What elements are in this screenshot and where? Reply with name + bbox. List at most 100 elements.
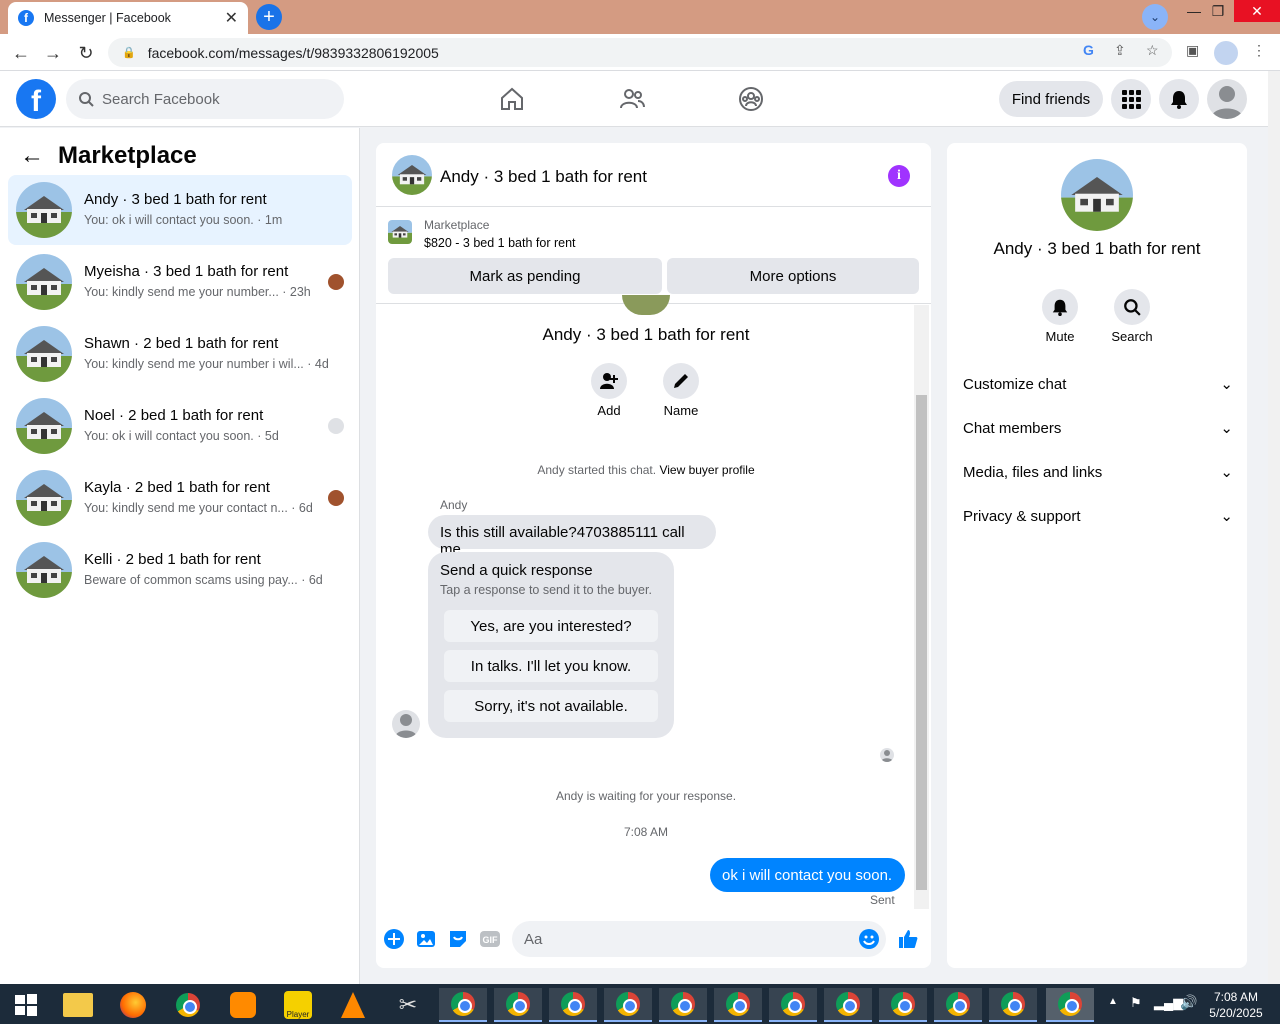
- windows-start-icon[interactable]: [2, 988, 50, 1022]
- chrome-window-8[interactable]: [824, 988, 872, 1022]
- conversation-item[interactable]: Andy · 3 bed 1 bath for rent You: ok i wi…: [8, 175, 352, 245]
- chat-members-row[interactable]: Chat members ⌄: [963, 419, 1233, 438]
- profile-icon[interactable]: [1214, 41, 1238, 65]
- conversation-item[interactable]: Noel · 2 bed 1 bath for rent You: ok i wi…: [8, 391, 352, 461]
- volume-icon[interactable]: 🔊: [1180, 994, 1197, 1011]
- google-icon[interactable]: G: [1083, 42, 1094, 58]
- conversation-item[interactable]: Kelli · 2 bed 1 bath for rent Beware of c…: [8, 535, 352, 605]
- chrome-window-9[interactable]: [879, 988, 927, 1022]
- tab-title: Messenger | Facebook: [44, 11, 171, 25]
- system-clock[interactable]: 7:08 AM 5/20/2025: [1200, 989, 1272, 1021]
- chrome-window-active[interactable]: [1046, 988, 1094, 1022]
- profile-large-avatar[interactable]: [1061, 159, 1133, 231]
- window-close-button[interactable]: ✕: [1234, 0, 1280, 22]
- find-friends-button[interactable]: Find friends: [999, 81, 1103, 117]
- marketplace-header: ← Marketplace: [20, 142, 197, 170]
- facebook-logo-icon[interactable]: f: [16, 79, 56, 119]
- forward-icon[interactable]: →: [40, 40, 66, 66]
- conversation-name: Kelli · 2 bed 1 bath for rent: [84, 551, 261, 568]
- chrome-window-1[interactable]: [439, 988, 487, 1022]
- media-files-links-row[interactable]: Media, files and links ⌄: [963, 463, 1233, 482]
- incoming-message-bubble[interactable]: Is this still available?4703885111 call …: [428, 515, 716, 558]
- side-panel-icon[interactable]: ▣: [1186, 42, 1199, 59]
- marketplace-label: Marketplace: [424, 218, 490, 232]
- conversation-preview: Beware of common scams using pay... · 6d: [84, 573, 323, 587]
- quick-reply-not-available[interactable]: Sorry, it's not available.: [444, 690, 658, 722]
- emoji-icon[interactable]: [858, 928, 880, 950]
- chrome-window-11[interactable]: [989, 988, 1037, 1022]
- chat-scrollbar[interactable]: [914, 305, 929, 909]
- tab-search-icon[interactable]: ⌄: [1142, 4, 1168, 30]
- outgoing-message-bubble[interactable]: ok i will contact you soon.: [710, 858, 905, 892]
- menu-kebab-icon[interactable]: ⋮: [1252, 42, 1266, 59]
- conversation-item[interactable]: Kayla · 2 bed 1 bath for rent You: kindly…: [8, 463, 352, 533]
- tray-flag-icon[interactable]: ⚑: [1130, 995, 1142, 1011]
- more-options-button[interactable]: More options: [667, 258, 919, 294]
- waiting-notice: Andy is waiting for your response.: [555, 789, 737, 803]
- photo-icon[interactable]: [415, 928, 437, 950]
- conversation-list-panel: ← Marketplace Andy · 3 bed 1 bath for re…: [0, 128, 360, 984]
- media-player-icon[interactable]: Player: [274, 988, 322, 1022]
- back-icon[interactable]: ←: [8, 40, 34, 66]
- restore-button[interactable]: ❐: [1200, 0, 1236, 22]
- chrome-window-6[interactable]: [714, 988, 762, 1022]
- chrome-window-10[interactable]: [934, 988, 982, 1022]
- chat-scrollbar-thumb[interactable]: [916, 395, 927, 890]
- conversation-item[interactable]: Myeisha · 3 bed 1 bath for rent You: kind…: [8, 247, 352, 317]
- quick-response-title: Send a quick response: [440, 562, 593, 579]
- privacy-support-row[interactable]: Privacy & support ⌄: [963, 507, 1233, 526]
- plus-circle-icon[interactable]: [383, 928, 405, 950]
- notifications-bell-icon[interactable]: [1159, 79, 1199, 119]
- search-facebook-input[interactable]: Search Facebook: [66, 79, 344, 119]
- groups-icon[interactable]: [737, 85, 765, 113]
- quick-reply-in-talks[interactable]: In talks. I'll let you know.: [444, 650, 658, 682]
- sticker-icon[interactable]: [447, 928, 469, 950]
- reload-icon[interactable]: ↻: [73, 40, 99, 66]
- pencil-icon[interactable]: [663, 363, 699, 399]
- tray-chevron-icon[interactable]: ▲: [1108, 996, 1118, 1007]
- listing-thumbnail[interactable]: [388, 220, 412, 244]
- snipping-tool-icon[interactable]: ✂: [384, 988, 432, 1022]
- friends-icon[interactable]: [618, 85, 646, 113]
- chrome-window-3[interactable]: [549, 988, 597, 1022]
- file-explorer-icon[interactable]: [54, 988, 102, 1022]
- chrome-taskbar-icon[interactable]: [164, 988, 212, 1022]
- listing-price-title[interactable]: $820 - 3 bed 1 bath for rent: [424, 236, 576, 250]
- customize-chat-row[interactable]: Customize chat ⌄: [963, 375, 1233, 394]
- chrome-window-7[interactable]: [769, 988, 817, 1022]
- chrome-window-5[interactable]: [659, 988, 707, 1022]
- mute-bell-icon[interactable]: [1042, 289, 1078, 325]
- chat-avatar[interactable]: [392, 155, 432, 195]
- new-tab-button[interactable]: +: [256, 4, 282, 30]
- thumbs-up-icon[interactable]: [897, 928, 919, 950]
- gif-icon[interactable]: GIF: [479, 928, 501, 950]
- chrome-window-4[interactable]: [604, 988, 652, 1022]
- chrome-window-2[interactable]: [494, 988, 542, 1022]
- quick-reply-interested[interactable]: Yes, are you interested?: [444, 610, 658, 642]
- url-field[interactable]: 🔒 facebook.com/messages/t/98393328061920…: [108, 38, 1172, 67]
- account-avatar[interactable]: [1207, 79, 1247, 119]
- add-person-icon[interactable]: [591, 363, 627, 399]
- network-icon[interactable]: ▂▄▆: [1154, 995, 1183, 1011]
- message-input[interactable]: Aa: [512, 921, 886, 957]
- search-in-chat-icon[interactable]: [1114, 289, 1150, 325]
- sender-avatar[interactable]: [392, 710, 420, 738]
- browser-tab[interactable]: f Messenger | Facebook ✕: [8, 2, 248, 34]
- home-icon[interactable]: [498, 85, 526, 113]
- uc-browser-icon[interactable]: [219, 988, 267, 1022]
- menu-grid-icon[interactable]: [1111, 79, 1151, 119]
- info-icon[interactable]: i: [888, 165, 910, 187]
- firefox-icon[interactable]: [109, 988, 157, 1022]
- vlc-icon[interactable]: [329, 988, 377, 1022]
- view-buyer-profile-link[interactable]: View buyer profile: [659, 463, 754, 477]
- clock-time: 7:08 AM: [1213, 990, 1259, 1004]
- close-tab-icon[interactable]: ✕: [225, 8, 238, 28]
- conversation-item[interactable]: Shawn · 2 bed 1 bath for rent You: kindly…: [8, 319, 352, 389]
- chat-title[interactable]: Andy · 3 bed 1 bath for rent: [440, 167, 647, 187]
- profile-name: Andy · 3 bed 1 bath for rent: [542, 325, 750, 344]
- mark-as-pending-button[interactable]: Mark as pending: [388, 258, 662, 294]
- back-arrow-icon[interactable]: ←: [20, 142, 44, 170]
- page-scrollbar[interactable]: [1268, 71, 1280, 984]
- share-icon[interactable]: ⇪: [1114, 42, 1126, 59]
- bookmark-star-icon[interactable]: ☆: [1146, 42, 1159, 59]
